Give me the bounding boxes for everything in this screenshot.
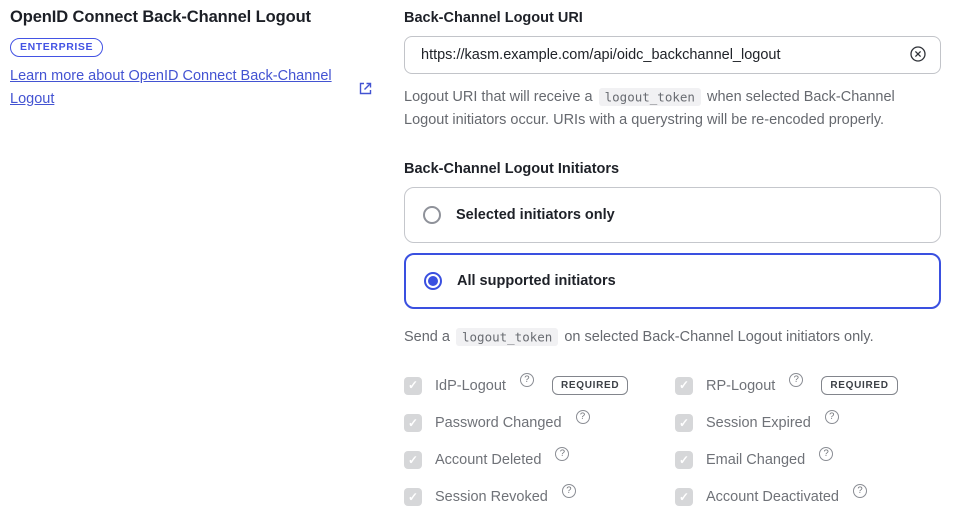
checkbox-email-changed: ✓ Email Changed ?	[675, 451, 941, 469]
checkbox-icon: ✓	[404, 377, 422, 395]
checkbox-label: RP-Logout	[706, 378, 775, 394]
checkbox-rp-logout: ✓ RP-Logout ? REQUIRED	[675, 376, 941, 395]
checkbox-label: Account Deleted	[435, 452, 541, 468]
question-circle-icon[interactable]: ?	[576, 410, 590, 424]
checkbox-session-expired: ✓ Session Expired ?	[675, 414, 941, 432]
radio-icon	[423, 206, 441, 224]
checkbox-label: Session Revoked	[435, 489, 548, 505]
code-chip-logout-token: logout_token	[456, 328, 558, 346]
question-circle-icon[interactable]: ?	[520, 373, 534, 387]
checkbox-icon: ✓	[404, 414, 422, 432]
question-circle-icon[interactable]: ?	[825, 410, 839, 424]
checkbox-label: Password Changed	[435, 415, 562, 431]
help-text-part: Send a	[404, 329, 450, 345]
logout-uri-label: Back-Channel Logout URI	[404, 10, 941, 26]
checkbox-icon: ✓	[404, 451, 422, 469]
checkbox-session-revoked: ✓ Session Revoked ?	[404, 488, 675, 506]
radio-option-all-supported-initiators[interactable]: All supported initiators	[404, 253, 941, 309]
checkbox-label: Session Expired	[706, 415, 811, 431]
settings-panel: OpenID Connect Back-Channel Logout ENTER…	[0, 0, 953, 506]
checkbox-icon: ✓	[675, 488, 693, 506]
help-text-part: on selected Back-Channel Logout initiato…	[564, 329, 873, 345]
radio-option-selected-initiators-only[interactable]: Selected initiators only	[404, 187, 941, 243]
question-circle-icon[interactable]: ?	[789, 373, 803, 387]
checkbox-idp-logout: ✓ IdP-Logout ? REQUIRED	[404, 376, 675, 395]
initiator-checkbox-grid: ✓ IdP-Logout ? REQUIRED ✓ RP-Logout ? RE…	[404, 376, 941, 506]
help-text-part: Logout URI that will receive a	[404, 89, 593, 105]
logout-uri-input[interactable]: https://kasm.example.com/api/oidc_backch…	[404, 36, 941, 74]
section-settings: Back-Channel Logout URI https://kasm.exa…	[404, 8, 941, 506]
initiators-help: Send a logout_token on selected Back-Cha…	[404, 325, 941, 349]
learn-more-link[interactable]: Learn more about OpenID Connect Back-Cha…	[10, 65, 342, 111]
checkbox-account-deleted: ✓ Account Deleted ?	[404, 451, 675, 469]
clear-input-button[interactable]	[909, 45, 927, 66]
radio-option-label: All supported initiators	[457, 273, 616, 289]
checkbox-icon: ✓	[675, 451, 693, 469]
question-circle-icon[interactable]: ?	[562, 484, 576, 498]
initiators-label: Back-Channel Logout Initiators	[404, 161, 941, 177]
checkbox-icon: ✓	[675, 377, 693, 395]
checkbox-label: Account Deactivated	[706, 489, 839, 505]
page-title: OpenID Connect Back-Channel Logout	[10, 8, 384, 27]
circle-x-icon	[909, 45, 927, 66]
logout-uri-help: Logout URI that will receive a logout_to…	[404, 85, 941, 132]
checkbox-icon: ✓	[675, 414, 693, 432]
code-chip-logout-token: logout_token	[599, 88, 701, 106]
radio-icon	[424, 272, 442, 290]
required-badge: REQUIRED	[821, 376, 897, 395]
checkbox-label: IdP-Logout	[435, 378, 506, 394]
logout-uri-value: https://kasm.example.com/api/oidc_backch…	[421, 47, 780, 63]
question-circle-icon[interactable]: ?	[819, 447, 833, 461]
question-circle-icon[interactable]: ?	[853, 484, 867, 498]
question-circle-icon[interactable]: ?	[555, 447, 569, 461]
radio-option-label: Selected initiators only	[456, 207, 615, 223]
checkbox-password-changed: ✓ Password Changed ?	[404, 414, 675, 432]
external-link-icon	[358, 81, 373, 96]
checkbox-account-deactivated: ✓ Account Deactivated ?	[675, 488, 941, 506]
enterprise-badge: ENTERPRISE	[10, 38, 103, 57]
checkbox-icon: ✓	[404, 488, 422, 506]
checkbox-label: Email Changed	[706, 452, 805, 468]
section-description: OpenID Connect Back-Channel Logout ENTER…	[10, 8, 404, 506]
required-badge: REQUIRED	[552, 376, 628, 395]
